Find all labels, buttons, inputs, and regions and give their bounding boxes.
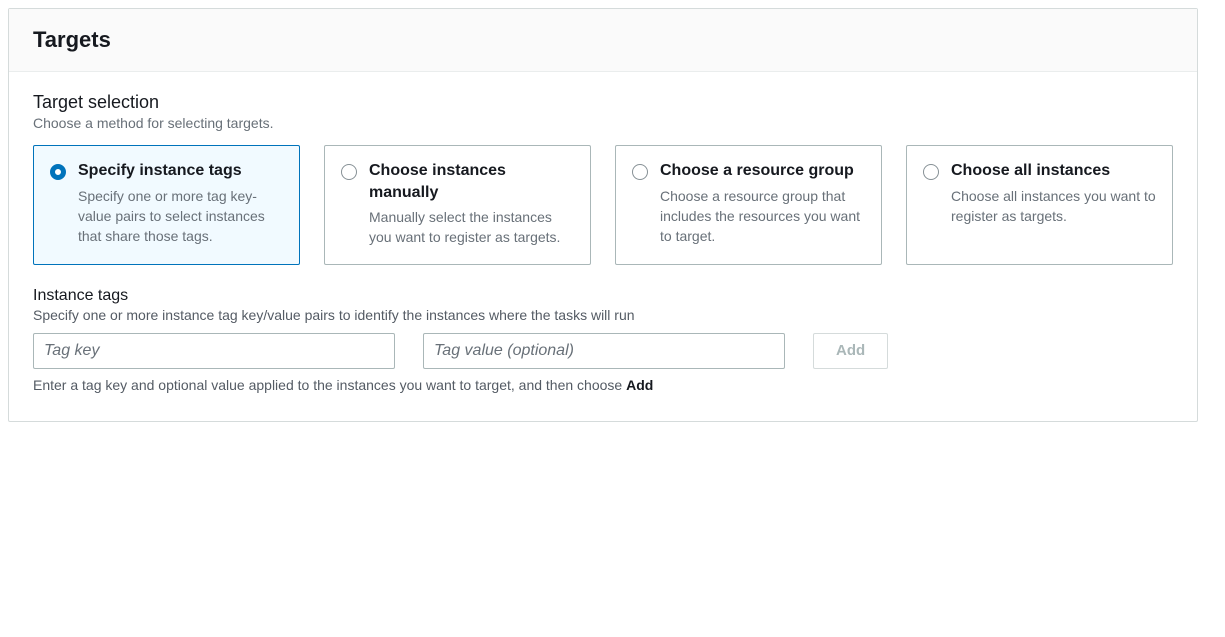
tag-input-row: Add [33,333,1173,369]
tile-title: Choose instances manually [369,160,574,203]
tile-specify-instance-tags[interactable]: Specify instance tags Specify one or mor… [33,145,300,265]
target-selection-tiles: Specify instance tags Specify one or mor… [33,145,1173,265]
targets-panel: Targets Target selection Choose a method… [8,8,1198,422]
helper-bold: Add [626,377,653,393]
tag-helper-text: Enter a tag key and optional value appli… [33,377,1173,393]
tile-title: Specify instance tags [78,160,283,182]
panel-header: Targets [9,9,1197,72]
radio-icon [923,164,939,180]
tag-value-input[interactable] [423,333,785,369]
add-button[interactable]: Add [813,333,888,369]
radio-icon [50,164,66,180]
tile-title: Choose all instances [951,160,1156,182]
target-selection-description: Choose a method for selecting targets. [33,115,1173,131]
helper-prefix: Enter a tag key and optional value appli… [33,377,626,393]
tile-choose-instances-manually[interactable]: Choose instances manually Manually selec… [324,145,591,265]
tile-description: Specify one or more tag key-value pairs … [78,186,283,247]
instance-tags-title: Instance tags [33,287,1173,305]
tile-choose-resource-group[interactable]: Choose a resource group Choose a resourc… [615,145,882,265]
tag-key-input[interactable] [33,333,395,369]
instance-tags-description: Specify one or more instance tag key/val… [33,307,1173,323]
tile-content: Choose all instances Choose all instance… [951,160,1156,226]
tile-content: Choose a resource group Choose a resourc… [660,160,865,246]
tile-description: Choose a resource group that includes th… [660,186,865,247]
tile-content: Choose instances manually Manually selec… [369,160,574,248]
radio-icon [341,164,357,180]
tile-description: Choose all instances you want to registe… [951,186,1156,227]
target-selection-title: Target selection [33,92,1173,113]
tile-description: Manually select the instances you want t… [369,207,574,248]
panel-body: Target selection Choose a method for sel… [9,72,1197,421]
tile-choose-all-instances[interactable]: Choose all instances Choose all instance… [906,145,1173,265]
tile-content: Specify instance tags Specify one or mor… [78,160,283,246]
radio-icon [632,164,648,180]
panel-title: Targets [33,27,1173,53]
tile-title: Choose a resource group [660,160,865,182]
